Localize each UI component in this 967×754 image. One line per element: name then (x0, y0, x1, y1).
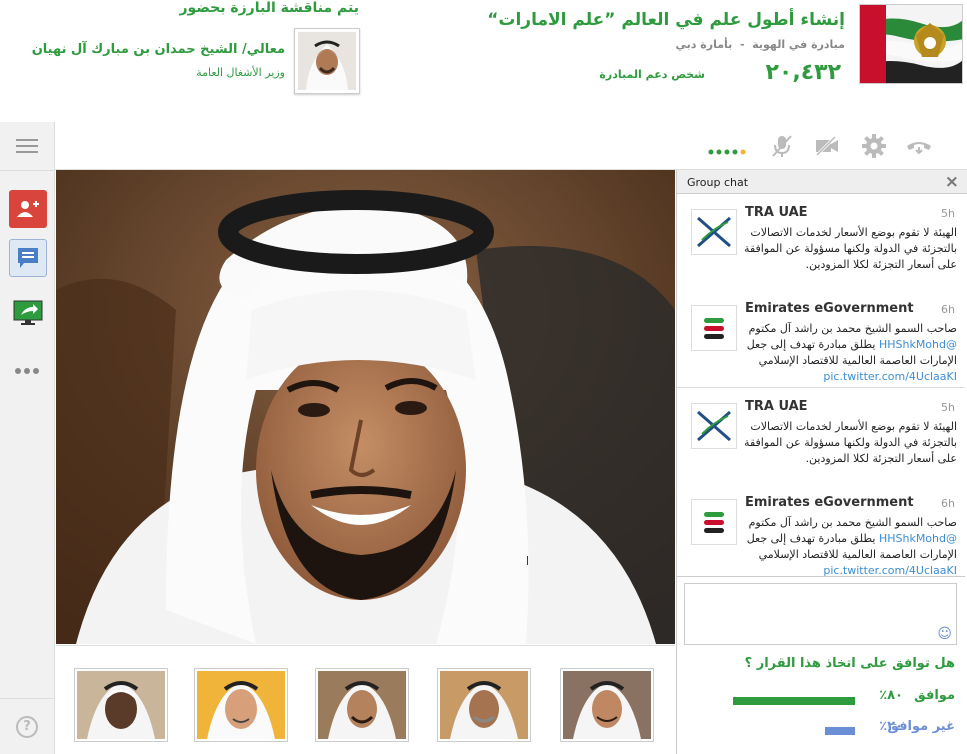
subtitle-initiative: مبادرة في الهوية (752, 38, 845, 51)
tra-logo-icon (691, 209, 737, 255)
close-icon[interactable]: × (945, 172, 959, 192)
chat-icon (18, 248, 38, 268)
more-icon[interactable] (14, 360, 40, 374)
message-text: صاحب السمو الشيخ محمد بن راشد آل مكتوم @… (739, 515, 957, 579)
poll-option-percent: ٨٠٪ (879, 688, 903, 703)
chat-message: Emirates eGovernment 6h صاحب السمو الشيخ… (677, 485, 965, 582)
add-person-button[interactable] (9, 190, 47, 228)
poll-bar-agree (733, 697, 855, 705)
emoji-icon[interactable]: ☺ (937, 626, 952, 642)
poll-question: هل توافق على اتخاذ هذا القرار ؟ (744, 656, 955, 671)
subtitle-emirate: بأمارة دبي (675, 38, 733, 51)
poll-option-label: موافق (914, 688, 955, 703)
settings-icon[interactable] (862, 134, 886, 158)
chat-header: Group chat × (677, 170, 967, 194)
call-toolbar (55, 122, 967, 170)
header: إنشاء أطول علم في العالم ”علم الامارات“ … (0, 0, 967, 122)
mic-off-icon[interactable] (771, 134, 793, 158)
campaign-subtitle: مبادرة في الهوية - بأمارة دبي (676, 38, 845, 51)
message-text: صاحب السمو الشيخ محمد بن راشد آل مكتوم @… (739, 321, 957, 385)
left-rail: ? (0, 122, 55, 754)
message-sender: Emirates eGovernment (745, 495, 914, 510)
presence-text: يتم مناقشة البارزة بحضور (179, 0, 359, 16)
hangup-icon[interactable] (905, 138, 933, 155)
message-sender: TRA UAE (745, 399, 808, 414)
chat-button[interactable] (9, 239, 47, 277)
message-time: 6h (941, 303, 955, 316)
message-time: 5h (941, 207, 955, 220)
chat-input[interactable]: ☺ (684, 583, 957, 645)
tra-logo-icon (691, 403, 737, 449)
message-time: 5h (941, 401, 955, 414)
message-time: 6h (941, 497, 955, 510)
screenshare-button[interactable] (9, 294, 47, 332)
guest-name: معالي/ الشيخ حمدان بن مبارك آل نهيان (31, 42, 285, 57)
participant-thumbnail[interactable] (560, 668, 654, 742)
signal-icon (708, 141, 750, 155)
supporters-label: شخص دعم المبادرة (599, 68, 705, 81)
group-chat-panel: Group chat × TRA UAE 5h الهيئة لا تقوم ب… (676, 170, 967, 754)
message-sender: TRA UAE (745, 205, 808, 220)
menu-icon[interactable] (16, 138, 38, 153)
chat-divider (677, 576, 965, 577)
message-text: الهيئة لا تقوم بوضع الأسعار لخدمات الاتص… (744, 420, 957, 465)
rail-divider-bottom (0, 698, 54, 699)
participants-strip (56, 645, 675, 754)
chat-message: Emirates eGovernment 6h صاحب السمو الشيخ… (677, 291, 965, 388)
text-cursor (527, 556, 528, 565)
add-person-icon (17, 201, 39, 217)
egov-logo-icon (691, 499, 737, 545)
message-sender: Emirates eGovernment (745, 301, 914, 316)
participant-thumbnail[interactable] (74, 668, 168, 742)
mention-link[interactable]: @HHShkMohd (879, 532, 957, 545)
message-text-part: صاحب السمو الشيخ محمد بن راشد آل مكتوم (748, 322, 957, 335)
main-video (56, 170, 675, 644)
supporters-count: ٢٠,٤٣٢ (765, 60, 842, 85)
guest-avatar (294, 28, 360, 94)
chat-message: TRA UAE 5h الهيئة لا تقوم بوضع الأسعار ل… (677, 195, 965, 292)
message-text-part: صاحب السمو الشيخ محمد بن راشد آل مكتوم (748, 516, 957, 529)
message-text: الهيئة لا تقوم بوضع الأسعار لخدمات الاتص… (744, 226, 957, 271)
pic-link[interactable]: pic.twitter.com/4UclaaKI (823, 370, 957, 383)
screenshare-icon (13, 300, 43, 325)
participant-thumbnail[interactable] (437, 668, 531, 742)
chat-title: Group chat (687, 176, 749, 189)
camera-off-icon[interactable] (815, 135, 839, 157)
campaign-title: إنشاء أطول علم في العالم ”علم الامارات“ (487, 10, 845, 30)
guest-role: وزير الأشغال العامة (196, 66, 285, 79)
poll-option-percent: ٢٠٪ (879, 719, 903, 734)
uae-flag-logo (859, 4, 963, 84)
participant-thumbnail[interactable] (315, 668, 409, 742)
mention-link[interactable]: @HHShkMohd (879, 338, 957, 351)
poll-bar-disagree (825, 727, 855, 735)
egov-logo-icon (691, 305, 737, 351)
participant-thumbnail[interactable] (194, 668, 288, 742)
chat-message: TRA UAE 5h الهيئة لا تقوم بوضع الأسعار ل… (677, 389, 965, 486)
subtitle-separator: - (739, 38, 745, 51)
rail-divider (0, 170, 54, 171)
help-icon[interactable]: ? (16, 716, 38, 738)
speaker-video-image (56, 170, 675, 644)
